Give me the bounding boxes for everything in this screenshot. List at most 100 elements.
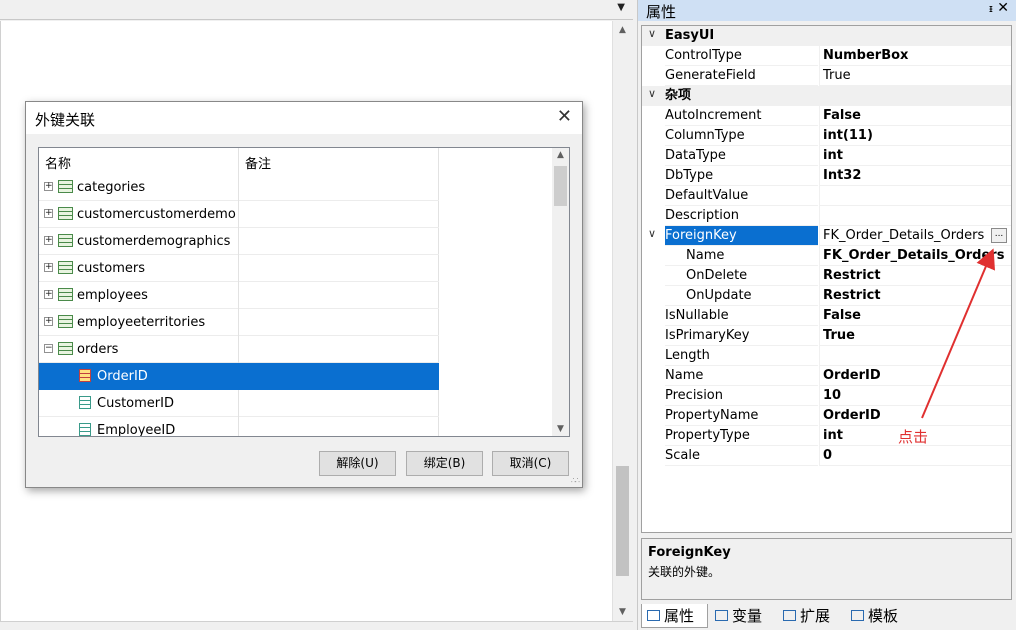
chevron-down-icon[interactable]: ∨ [648, 227, 656, 240]
list-item-label: EmployeeID [97, 423, 176, 437]
scroll-down-icon[interactable]: ▼ [552, 424, 569, 434]
resize-grip-icon[interactable]: ∴∴ [571, 476, 580, 485]
list-header: 名称 备注 [39, 148, 439, 172]
prop-row-length[interactable]: Length [642, 346, 1011, 366]
column-divider [238, 282, 239, 309]
prop-row-autoincrement[interactable]: AutoIncrement False [642, 106, 1011, 126]
field-icon [79, 396, 91, 409]
ellipsis-button[interactable]: ... [991, 228, 1007, 243]
scroll-down-icon[interactable]: ▼ [613, 607, 632, 617]
property-grid: ∨ EasyUI ControlType NumberBox GenerateF… [641, 25, 1012, 533]
table-icon [58, 261, 73, 274]
prop-row-columntype[interactable]: ColumnType int(11) [642, 126, 1011, 146]
expand-icon[interactable]: + [44, 182, 53, 191]
expand-icon[interactable]: + [44, 290, 53, 299]
list-item[interactable]: + customers [39, 255, 439, 282]
header-name[interactable]: 名称 [45, 153, 71, 172]
prop-row-scale[interactable]: Scale 0 [642, 446, 1011, 466]
list-item-label: employees [77, 288, 148, 303]
chevron-down-icon[interactable]: ∨ [648, 27, 656, 40]
dialog-title: 外键关联 [35, 111, 96, 129]
prop-row-propertyname[interactable]: PropertyName OrderID [642, 406, 1011, 426]
category-easyui[interactable]: ∨ EasyUI [642, 26, 1011, 46]
column-divider [238, 255, 239, 282]
close-icon[interactable]: ✕ [557, 106, 572, 127]
list-item-label: CustomerID [97, 396, 174, 411]
list-item[interactable]: OrderID [39, 363, 439, 390]
expand-icon[interactable]: + [44, 263, 53, 272]
list-item[interactable]: CustomerID [39, 390, 439, 417]
list-item[interactable]: + categories [39, 174, 439, 201]
primary-key-field-icon [79, 369, 91, 382]
bind-button[interactable]: 绑定(B) [406, 451, 483, 476]
prop-row-name[interactable]: Name OrderID [642, 366, 1011, 386]
table-tree-list[interactable]: 名称 备注 + categories + customercustomerdemo + c… [38, 147, 570, 437]
header-remark[interactable]: 备注 [245, 153, 271, 172]
tab-properties[interactable]: 属性 [641, 604, 708, 628]
table-icon [58, 207, 73, 220]
prop-row-fk-ondelete[interactable]: OnDelete Restrict [642, 266, 1011, 286]
prop-row-fk-name[interactable]: Name FK_Order_Details_Orders [642, 246, 1011, 266]
list-item[interactable]: + employees [39, 282, 439, 309]
column-divider [238, 228, 239, 255]
properties-icon [647, 610, 660, 621]
expand-icon[interactable]: + [44, 317, 53, 326]
editor-hscrollbar[interactable] [0, 621, 633, 630]
list-item[interactable]: EmployeeID [39, 417, 439, 437]
tab-dropdown-icon[interactable]: ▼ [617, 2, 625, 13]
list-item-label: orders [77, 342, 119, 357]
list-item-label: customercustomerdemo [77, 207, 236, 222]
column-divider [238, 201, 239, 228]
scroll-thumb[interactable] [554, 166, 567, 206]
table-icon [58, 180, 73, 193]
list-item[interactable]: + customercustomerdemo [39, 201, 439, 228]
expand-icon[interactable]: + [44, 236, 53, 245]
prop-row-dbtype[interactable]: DbType Int32 [642, 166, 1011, 186]
unbind-button[interactable]: 解除(U) [319, 451, 396, 476]
scroll-up-icon[interactable]: ▲ [613, 25, 632, 35]
scroll-up-icon[interactable]: ▲ [552, 150, 569, 160]
column-divider [238, 336, 239, 363]
prop-row-defaultvalue[interactable]: DefaultValue [642, 186, 1011, 206]
tab-variables[interactable]: 变量 [710, 604, 776, 628]
prop-row-isprimarykey[interactable]: IsPrimaryKey True [642, 326, 1011, 346]
column-divider [238, 390, 239, 417]
column-divider [238, 417, 239, 436]
panel-titlebar: 属性 ᵻ ✕ [638, 0, 1016, 21]
close-icon[interactable]: ✕ [997, 0, 1009, 16]
prop-row-propertytype[interactable]: PropertyType int [642, 426, 1011, 446]
prop-row-datatype[interactable]: DataType int [642, 146, 1011, 166]
editor-scrollbar[interactable]: ▲ ▼ [612, 21, 631, 621]
prop-row-description[interactable]: Description [642, 206, 1011, 226]
tab-templates[interactable]: 模板 [846, 604, 912, 628]
list-item[interactable]: + customerdemographics [39, 228, 439, 255]
list-scrollbar[interactable]: ▲ ▼ [552, 148, 569, 436]
pin-icon[interactable]: ᵻ [989, 2, 993, 15]
extensions-icon [783, 610, 796, 621]
tab-extensions[interactable]: 扩展 [778, 604, 844, 628]
prop-row-generatefield[interactable]: GenerateField True [642, 66, 1011, 86]
foreign-key-dialog: 外键关联 ✕ 名称 备注 + categories + customercustome… [25, 101, 583, 488]
annotation-label: 点击 [898, 428, 929, 446]
prop-row-precision[interactable]: Precision 10 [642, 386, 1011, 406]
tree-rows: + categories + customercustomerdemo + custome… [39, 174, 439, 437]
description-title: ForeignKey [648, 545, 731, 560]
chevron-down-icon[interactable]: ∨ [648, 87, 656, 100]
list-item[interactable]: − orders [39, 336, 439, 363]
table-icon [58, 288, 73, 301]
cancel-button[interactable]: 取消(C) [492, 451, 569, 476]
collapse-icon[interactable]: − [44, 344, 53, 353]
scroll-thumb[interactable] [616, 466, 629, 576]
list-item[interactable]: + employeeterritories [39, 309, 439, 336]
table-icon [58, 315, 73, 328]
table-icon [58, 342, 73, 355]
expand-icon[interactable]: + [44, 209, 53, 218]
list-item-label: customerdemographics [77, 234, 231, 249]
category-misc[interactable]: ∨ 杂项 [642, 86, 1011, 106]
prop-row-controltype[interactable]: ControlType NumberBox [642, 46, 1011, 66]
prop-row-foreignkey[interactable]: ∨ ForeignKey FK_Order_Details_Orders ... [642, 226, 1011, 246]
prop-row-fk-onupdate[interactable]: OnUpdate Restrict [642, 286, 1011, 306]
description-box: ForeignKey 关联的外键。 [641, 538, 1012, 600]
column-divider [238, 174, 239, 201]
prop-row-isnullable[interactable]: IsNullable False [642, 306, 1011, 326]
